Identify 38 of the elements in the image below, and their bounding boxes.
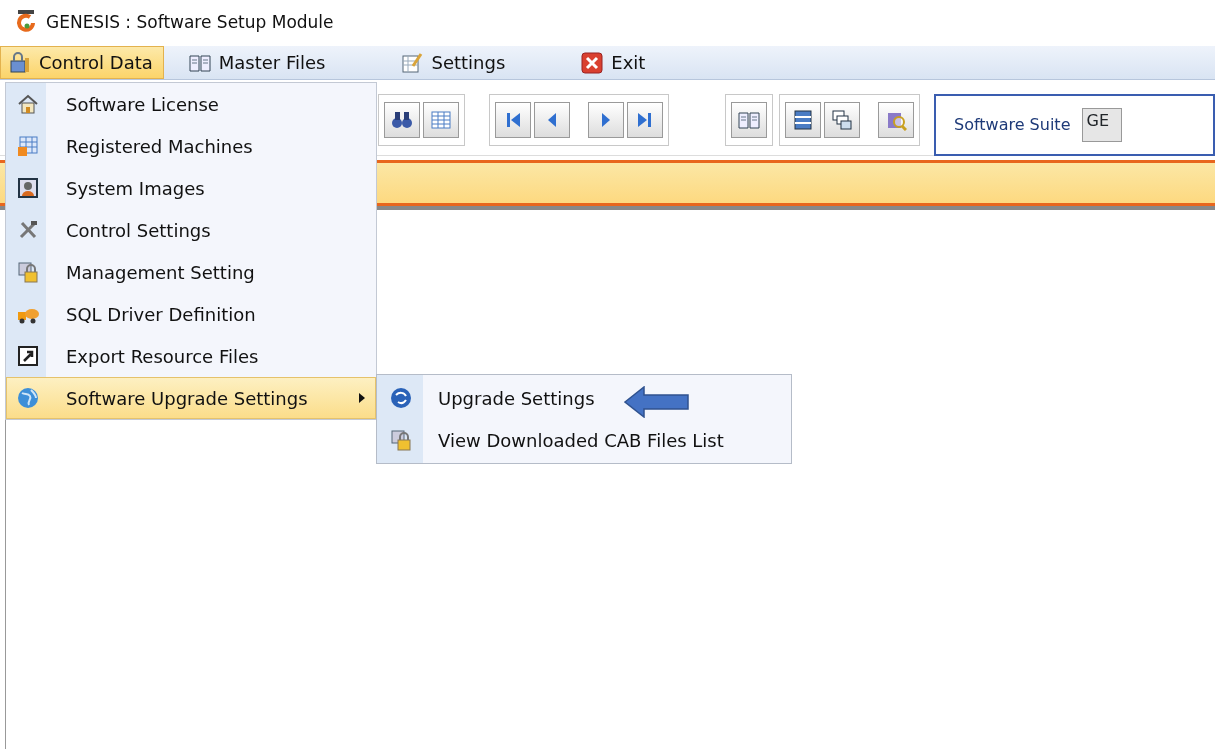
rows-icon: [792, 109, 814, 131]
windows-icon: [831, 109, 853, 131]
menu-item[interactable]: Software Upgrade Settings: [6, 377, 376, 419]
toolbar-button[interactable]: [588, 102, 624, 138]
menu-item[interactable]: System Images: [6, 167, 376, 209]
close-icon: [581, 51, 604, 74]
lock-icon: [9, 51, 31, 74]
menu-item[interactable]: Software License: [6, 83, 376, 125]
menu-item[interactable]: View Downloaded CAB Files List: [377, 419, 791, 461]
toolbar-button[interactable]: [534, 102, 570, 138]
binoculars-icon: [391, 109, 413, 131]
lock-icon: [17, 261, 39, 283]
menu-item[interactable]: Control Data: [0, 46, 164, 79]
menu-item[interactable]: Management Setting: [6, 251, 376, 293]
suite-combo[interactable]: GE: [1082, 108, 1123, 142]
toolbar-button[interactable]: [627, 102, 663, 138]
toolbar-button[interactable]: [384, 102, 420, 138]
window-title: GENESIS : Software Setup Module: [46, 11, 334, 35]
book-icon: [738, 109, 760, 131]
lock-icon: [390, 429, 412, 451]
house-icon: [17, 93, 39, 115]
arrow: [624, 386, 690, 418]
menu-item[interactable]: Master Files: [179, 46, 337, 79]
notepad-icon: [401, 51, 424, 74]
shortcut-icon: [17, 345, 39, 367]
grid-icon: [430, 109, 452, 131]
portrait-icon: [17, 177, 39, 199]
menu-item[interactable]: Settings: [392, 46, 517, 79]
menu-item[interactable]: Control Settings: [6, 209, 376, 251]
menu-item[interactable]: SQL Driver Definition: [6, 293, 376, 335]
menu-item[interactable]: Exit: [572, 46, 657, 79]
toolbar-button[interactable]: [785, 102, 821, 138]
menu-item[interactable]: Registered Machines: [6, 125, 376, 167]
table-icon: [17, 135, 39, 157]
suite-label: Software Suite: [954, 114, 1071, 136]
toolbar-button[interactable]: [495, 102, 531, 138]
tools-icon: [17, 219, 39, 241]
menu-item[interactable]: Export Resource Files: [6, 335, 376, 377]
